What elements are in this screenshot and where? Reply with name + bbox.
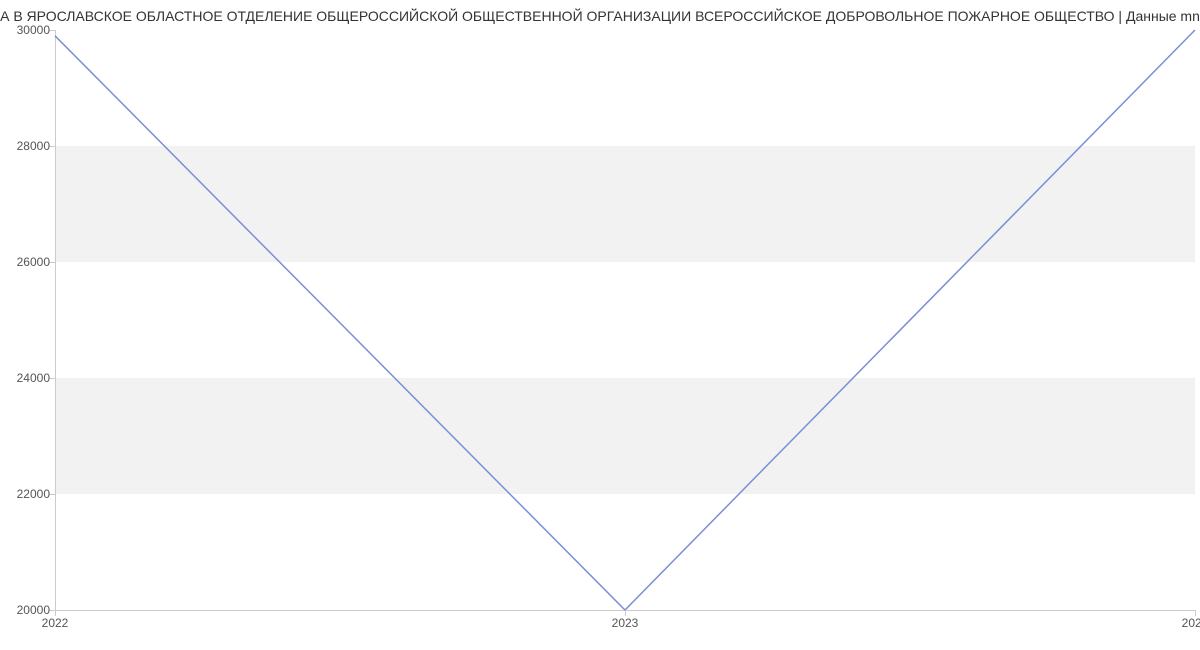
x-tick-label: 2024 (1182, 616, 1200, 630)
y-tick-label: 20000 (5, 603, 50, 617)
chart-title: А В ЯРОСЛАВСКОЕ ОБЛАСТНОЕ ОТДЕЛЕНИЕ ОБЩЕ… (0, 8, 1200, 24)
y-tick-label: 30000 (5, 23, 50, 37)
y-tick-label: 26000 (5, 255, 50, 269)
x-tick-label: 2023 (612, 616, 639, 630)
plot-region: 202220232024 (55, 30, 1195, 610)
data-line (55, 30, 1195, 610)
y-tick-label: 28000 (5, 139, 50, 153)
y-tick-label: 24000 (5, 371, 50, 385)
x-tick-label: 2022 (42, 616, 69, 630)
y-tick-label: 22000 (5, 487, 50, 501)
chart-area: 202220232024 (55, 30, 1195, 610)
line-layer (55, 30, 1195, 610)
